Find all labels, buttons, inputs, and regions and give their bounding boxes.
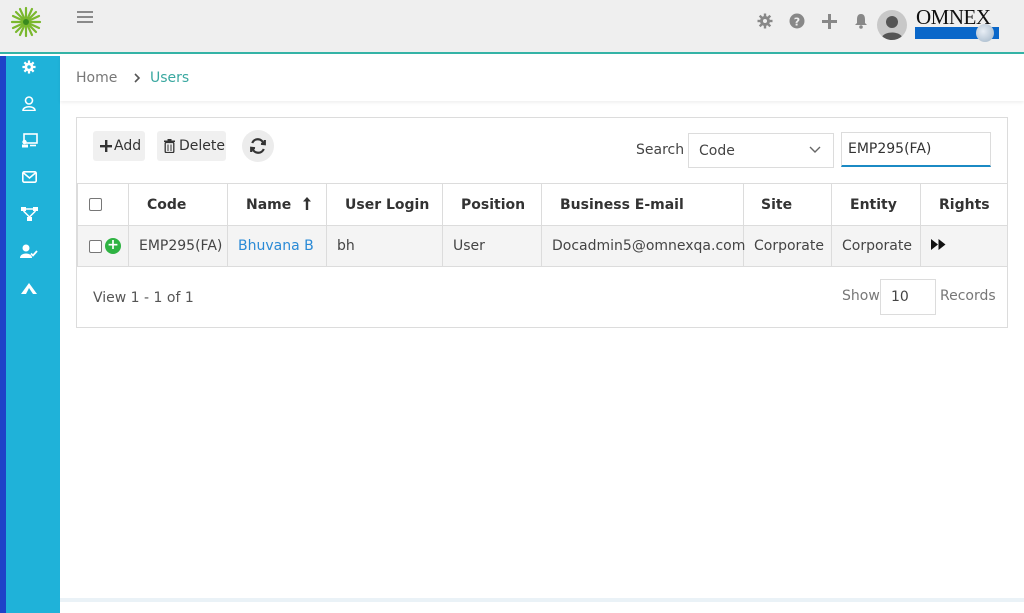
users-table: Code Name User Login Position Business E… xyxy=(77,183,1008,267)
cell-name: Bhuvana B xyxy=(227,225,327,267)
user-check-icon[interactable] xyxy=(20,242,38,260)
fast-forward-icon[interactable] xyxy=(931,239,946,250)
page-size-input[interactable] xyxy=(880,279,936,315)
records-label: Records xyxy=(940,288,996,304)
cell-entity: Corporate xyxy=(831,225,921,267)
column-header-code[interactable]: Code xyxy=(128,183,228,226)
cell-rights xyxy=(920,225,1008,267)
breadcrumb-current[interactable]: Users xyxy=(150,70,189,86)
presentation-icon[interactable] xyxy=(20,131,38,149)
expand-row-icon[interactable]: + xyxy=(105,238,121,254)
users-panel: Add Delete Search Code Code Name xyxy=(76,117,1008,328)
select-all-cell xyxy=(77,183,129,226)
breadcrumb-home[interactable]: Home xyxy=(76,70,117,86)
cell-business-email: Docadmin5@omnexqa.com xyxy=(541,225,745,267)
search-label: Search xyxy=(636,142,685,158)
bell-icon[interactable] xyxy=(852,12,870,30)
top-bar: ? OMNEX xyxy=(0,0,1024,54)
chevron-down-icon xyxy=(809,146,821,153)
mail-icon[interactable] xyxy=(20,168,38,186)
column-header-site[interactable]: Site xyxy=(743,183,832,226)
chevron-right-icon xyxy=(134,73,141,83)
row-checkbox[interactable] xyxy=(89,239,102,253)
search-field-value: Code xyxy=(699,143,735,159)
sidebar xyxy=(0,56,60,613)
column-header-name[interactable]: Name xyxy=(227,183,327,226)
pager-info: View 1 - 1 of 1 xyxy=(93,290,194,306)
avatar[interactable] xyxy=(877,10,907,40)
row-select-cell: + xyxy=(77,225,129,267)
user-icon[interactable] xyxy=(20,94,38,112)
cell-position: User xyxy=(442,225,542,267)
search-field-select[interactable]: Code xyxy=(688,133,834,168)
column-header-position[interactable]: Position xyxy=(442,183,542,226)
help-icon[interactable]: ? xyxy=(788,12,806,30)
breadcrumb: Home Users xyxy=(60,56,1024,101)
column-header-name-label: Name xyxy=(246,196,292,213)
hierarchy-icon[interactable] xyxy=(20,205,38,223)
brand-logo: OMNEX xyxy=(914,6,999,42)
search-input[interactable] xyxy=(841,132,991,167)
column-header-rights[interactable]: Rights xyxy=(920,183,1008,226)
refresh-button[interactable] xyxy=(242,130,274,162)
column-header-entity[interactable]: Entity xyxy=(831,183,921,226)
show-label: Show xyxy=(842,288,880,304)
svg-text:?: ? xyxy=(794,16,800,29)
add-button[interactable]: Add xyxy=(93,131,145,161)
select-all-checkbox[interactable] xyxy=(89,198,102,211)
plus-icon xyxy=(100,140,112,152)
mountain-icon[interactable] xyxy=(20,279,38,297)
delete-button[interactable]: Delete xyxy=(157,131,226,161)
cell-user-login: bh xyxy=(326,225,443,267)
company-logo xyxy=(10,6,42,38)
menu-toggle-icon[interactable] xyxy=(77,11,93,25)
trash-icon xyxy=(164,139,175,153)
gear-icon[interactable] xyxy=(756,12,774,30)
header-actions: ? xyxy=(756,11,884,31)
globe-icon xyxy=(976,24,994,42)
sort-ascending-icon xyxy=(303,196,312,210)
delete-label: Delete xyxy=(179,138,225,154)
cell-site: Corporate xyxy=(743,225,832,267)
plus-icon[interactable] xyxy=(820,12,838,30)
refresh-icon xyxy=(250,138,266,154)
settings-icon[interactable] xyxy=(20,58,38,76)
footer-divider xyxy=(60,598,1024,602)
user-name-link[interactable]: Bhuvana B xyxy=(238,238,314,254)
cell-code: EMP295(FA) xyxy=(128,225,228,267)
table-row: + EMP295(FA) Bhuvana B bh User Docadmin5… xyxy=(77,225,1008,267)
column-header-user-login[interactable]: User Login xyxy=(326,183,443,226)
table-header-row: Code Name User Login Position Business E… xyxy=(77,183,1008,226)
column-header-business-email[interactable]: Business E-mail xyxy=(541,183,744,226)
add-label: Add xyxy=(114,138,142,154)
